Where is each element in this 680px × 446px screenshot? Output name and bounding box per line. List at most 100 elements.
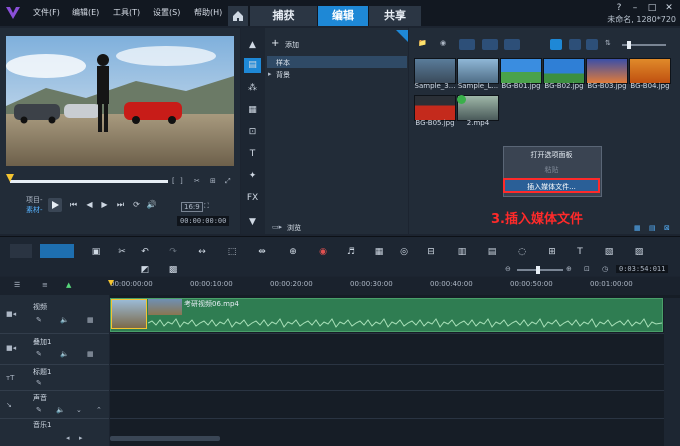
zoom-out-icon[interactable]: ⊖ — [505, 265, 511, 273]
menu-open-options-panel[interactable]: 打开选项面板 — [505, 148, 598, 162]
voice-expand-icon[interactable]: ⌄ — [76, 406, 82, 414]
add-folder-button[interactable]: 添加 — [285, 40, 299, 50]
media-thumb-4[interactable] — [543, 58, 585, 84]
folder-item-backgrounds[interactable]: 背景 — [276, 70, 290, 80]
close-icon[interactable]: ✕ — [662, 3, 676, 13]
trim-out-icon[interactable]: ] — [180, 177, 183, 185]
media-thumb-3[interactable] — [500, 58, 542, 84]
zoom-slider-handle[interactable] — [536, 266, 540, 274]
menu-insert-media[interactable]: 插入媒体文件... — [503, 178, 600, 193]
prev-frame-icon[interactable]: ◀ — [84, 199, 95, 210]
home-button[interactable] — [228, 6, 248, 26]
timeline-hscroll[interactable] — [110, 436, 220, 441]
edit-overlay-icon[interactable]: ✎ — [36, 350, 42, 358]
maximize-icon[interactable]: □ — [645, 3, 659, 13]
filter-audio-icon[interactable] — [504, 39, 520, 50]
video-preview[interactable] — [6, 36, 234, 166]
stretch-icon[interactable]: ⇹ — [256, 246, 268, 258]
media-thumb-1[interactable] — [414, 58, 456, 84]
menu-file[interactable]: 文件(F) — [33, 7, 60, 18]
split-icon[interactable]: ✂ — [194, 177, 200, 185]
overlay-ripple-icon[interactable]: ▦ — [87, 350, 94, 358]
thumbnail-size-handle[interactable] — [627, 41, 631, 49]
voice-volume-icon[interactable]: 🔈 — [56, 406, 65, 414]
split-clip-icon[interactable]: ⊞ — [210, 177, 216, 185]
auto-music-icon[interactable]: ▦ — [373, 246, 385, 258]
tracks-manager-icon[interactable]: ▨ — [633, 246, 645, 258]
trim-in-icon[interactable]: [ — [172, 177, 175, 185]
filter-icon[interactable]: ✦ — [244, 169, 261, 184]
media-thumb-5[interactable] — [586, 58, 628, 84]
scroll-down-icon[interactable]: ▼ — [244, 215, 261, 230]
split-screen-icon[interactable]: ⊞ — [546, 246, 558, 258]
tab-capture[interactable]: 捕获 — [250, 6, 317, 26]
insert-track-icon[interactable]: ⊕ — [287, 246, 299, 258]
ripple-icon[interactable]: ▦ — [87, 316, 94, 324]
instant-project-icon[interactable]: ▦ — [244, 103, 261, 118]
menu-paste[interactable]: 粘贴 — [505, 163, 598, 177]
multicam-icon[interactable]: ▤ — [486, 246, 498, 258]
volume-icon[interactable]: 🔊 — [146, 199, 157, 210]
add-icon[interactable]: + — [271, 38, 279, 49]
overlay-mute-icon[interactable]: 🔈 — [60, 350, 69, 358]
help-icon[interactable]: ? — [612, 3, 626, 13]
timeline-scroll-right-icon[interactable]: ▸ — [79, 434, 83, 442]
browse-button[interactable]: 浏览 — [287, 223, 301, 233]
chapter-icon[interactable]: ≡ — [42, 281, 48, 289]
zoom-in-icon[interactable]: ⊕ — [566, 265, 572, 273]
go-start-icon[interactable]: ⏮ — [68, 199, 79, 210]
storyboard-view-button[interactable] — [10, 244, 32, 258]
tab-edit[interactable]: 编辑 — [318, 6, 368, 26]
3d-title-icon[interactable]: T — [574, 246, 586, 258]
library-close-icon[interactable]: ⊠ — [664, 224, 670, 232]
media-thumb-7[interactable] — [414, 95, 456, 121]
sort-icon[interactable]: ⇅ — [605, 39, 611, 47]
zoom-slider[interactable] — [517, 269, 563, 271]
minimize-icon[interactable]: – — [628, 3, 642, 13]
scroll-up-icon[interactable]: ▲ — [244, 38, 261, 53]
voice-collapse-icon[interactable]: ⌃ — [96, 406, 102, 414]
view-thumbnail-icon[interactable] — [550, 39, 562, 50]
clip-mode-label[interactable]: 素材- — [26, 205, 43, 215]
aspect-ratio-button[interactable]: 16:9 — [181, 202, 203, 212]
aspect-icon[interactable]: ⬚ — [226, 246, 238, 258]
view-details-icon[interactable] — [586, 39, 598, 50]
browse-icon[interactable]: ▭▸ — [272, 223, 282, 231]
gif-icon[interactable]: ▩ — [167, 264, 179, 276]
edit-title-icon[interactable]: ✎ — [36, 379, 42, 387]
marker-icon[interactable]: ▲ — [66, 281, 71, 289]
timeline-view-button[interactable] — [40, 244, 74, 258]
timeline-scroll-left-icon[interactable]: ◂ — [66, 434, 70, 442]
menu-settings[interactable]: 设置(S) — [153, 7, 180, 18]
media-thumb-2[interactable] — [457, 58, 499, 84]
crop-icon[interactable]: ⛶ — [204, 202, 209, 211]
library-expand-icon[interactable]: ▤ — [649, 224, 656, 232]
fx-icon[interactable]: FX — [244, 191, 261, 206]
menu-edit[interactable]: 编辑(E) — [72, 7, 99, 18]
undo-icon[interactable]: ↶ — [139, 246, 151, 258]
track-manager-icon[interactable]: ☰ — [14, 281, 20, 289]
menu-help[interactable]: 帮助(H) — [194, 7, 222, 18]
library-option-icon[interactable]: ▦ — [634, 224, 641, 232]
mask-icon[interactable]: ▥ — [456, 246, 468, 258]
preview-timecode[interactable]: 00:00:00:00 — [177, 216, 230, 226]
clipboard-icon[interactable]: ▣ — [90, 246, 102, 258]
go-end-icon[interactable]: ⏭ — [115, 199, 126, 210]
crop-tool-icon[interactable]: ◩ — [139, 264, 151, 276]
graphics-icon[interactable]: ⊡ — [244, 125, 261, 140]
filter-image-icon[interactable] — [482, 39, 498, 50]
timeline-vscroll[interactable] — [664, 298, 680, 446]
mute-icon[interactable]: 🔈 — [60, 316, 69, 324]
play-button[interactable] — [48, 198, 62, 212]
menu-tools[interactable]: 工具(T) — [113, 7, 140, 18]
preview-scrubber[interactable] — [10, 180, 168, 183]
audio-mixer-icon[interactable]: ♬ — [345, 246, 357, 258]
timeline-ruler[interactable] — [0, 277, 680, 295]
next-frame-icon[interactable]: ▶ — [99, 199, 110, 210]
project-mode-label[interactable]: 项目- — [26, 195, 43, 205]
speed-icon[interactable]: ◌ — [516, 246, 528, 258]
fit-project-icon[interactable]: ⊡ — [584, 265, 590, 273]
transition-icon[interactable]: ⁂ — [244, 81, 261, 96]
filter-video-icon[interactable] — [459, 39, 475, 50]
motion-tracking-icon[interactable]: ◎ — [398, 246, 410, 258]
